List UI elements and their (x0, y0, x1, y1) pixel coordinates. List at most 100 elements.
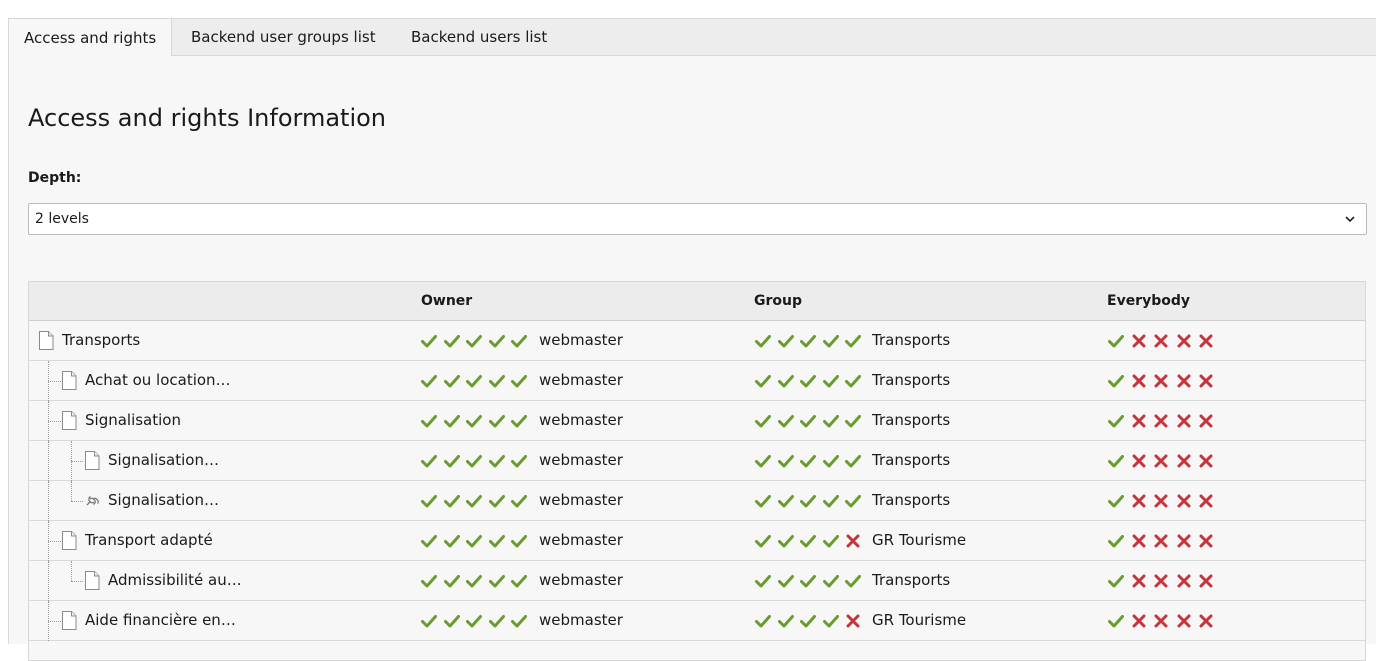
page-icon[interactable] (38, 331, 54, 350)
check-icon[interactable] (755, 493, 771, 509)
check-icon[interactable] (1108, 373, 1124, 389)
check-icon[interactable] (1108, 573, 1124, 589)
check-icon[interactable] (845, 453, 861, 469)
cross-icon[interactable] (1176, 413, 1192, 429)
check-icon[interactable] (443, 453, 460, 469)
check-icon[interactable] (755, 373, 771, 389)
group-name[interactable]: GR Tourisme (872, 521, 966, 560)
cross-icon[interactable] (1131, 613, 1147, 629)
cross-icon[interactable] (1198, 613, 1214, 629)
check-icon[interactable] (777, 413, 794, 429)
check-icon[interactable] (443, 493, 460, 509)
cross-icon[interactable] (1131, 453, 1147, 469)
check-icon[interactable] (822, 453, 839, 469)
check-icon[interactable] (421, 413, 437, 429)
cross-icon[interactable] (1153, 373, 1169, 389)
check-icon[interactable] (466, 373, 482, 389)
page-icon[interactable] (84, 571, 100, 590)
check-icon[interactable] (488, 453, 505, 469)
check-icon[interactable] (755, 333, 771, 349)
page-title-link[interactable]: Signalisation… (108, 481, 219, 520)
check-icon[interactable] (488, 613, 505, 629)
page-title-link[interactable]: Aide financière en… (85, 601, 236, 640)
check-icon[interactable] (488, 573, 505, 589)
check-icon[interactable] (755, 573, 771, 589)
check-icon[interactable] (443, 333, 460, 349)
check-icon[interactable] (822, 533, 839, 549)
check-icon[interactable] (511, 573, 527, 589)
check-icon[interactable] (1108, 453, 1124, 469)
check-icon[interactable] (800, 493, 816, 509)
check-icon[interactable] (1108, 613, 1124, 629)
check-icon[interactable] (421, 453, 437, 469)
cross-icon[interactable] (1153, 493, 1169, 509)
check-icon[interactable] (845, 493, 861, 509)
check-icon[interactable] (511, 613, 527, 629)
check-icon[interactable] (800, 533, 816, 549)
cross-icon[interactable] (1198, 453, 1214, 469)
cross-icon[interactable] (1176, 573, 1192, 589)
check-icon[interactable] (466, 413, 482, 429)
cross-icon[interactable] (1131, 533, 1147, 549)
page-icon[interactable] (61, 611, 77, 630)
owner-name[interactable]: webmaster (539, 481, 623, 520)
owner-name[interactable]: webmaster (539, 441, 623, 480)
check-icon[interactable] (1108, 413, 1124, 429)
cross-icon[interactable] (1153, 413, 1169, 429)
page-icon[interactable] (61, 411, 77, 430)
check-icon[interactable] (777, 333, 794, 349)
check-icon[interactable] (421, 373, 437, 389)
depth-select[interactable]: 2 levels (28, 203, 1367, 235)
check-icon[interactable] (777, 373, 794, 389)
check-icon[interactable] (845, 573, 861, 589)
cross-icon[interactable] (1176, 493, 1192, 509)
cross-icon[interactable] (1198, 373, 1214, 389)
owner-name[interactable]: webmaster (539, 561, 623, 600)
check-icon[interactable] (443, 573, 460, 589)
check-icon[interactable] (845, 333, 861, 349)
check-icon[interactable] (800, 613, 816, 629)
tab-access-and-rights[interactable]: Access and rights (8, 18, 173, 57)
group-name[interactable]: Transports (872, 321, 950, 360)
owner-name[interactable]: webmaster (539, 321, 623, 360)
cross-icon[interactable] (1198, 413, 1214, 429)
owner-name[interactable]: webmaster (539, 601, 623, 640)
owner-name[interactable]: webmaster (539, 401, 623, 440)
cross-icon[interactable] (1131, 413, 1147, 429)
page-title-link[interactable]: Transports (62, 321, 140, 360)
check-icon[interactable] (511, 493, 527, 509)
check-icon[interactable] (845, 373, 861, 389)
group-name[interactable]: Transports (872, 401, 950, 440)
check-icon[interactable] (466, 333, 482, 349)
check-icon[interactable] (800, 413, 816, 429)
check-icon[interactable] (777, 573, 794, 589)
check-icon[interactable] (755, 413, 771, 429)
check-icon[interactable] (822, 613, 839, 629)
check-icon[interactable] (421, 573, 437, 589)
check-icon[interactable] (777, 493, 794, 509)
check-icon[interactable] (488, 533, 505, 549)
check-icon[interactable] (511, 533, 527, 549)
page-title-link[interactable]: Admissibilité au… (108, 561, 242, 600)
cross-icon[interactable] (1153, 573, 1169, 589)
page-title-link[interactable]: Achat ou location… (85, 361, 231, 400)
cross-icon[interactable] (845, 613, 861, 629)
owner-name[interactable]: webmaster (539, 361, 623, 400)
check-icon[interactable] (1108, 533, 1124, 549)
check-icon[interactable] (822, 373, 839, 389)
check-icon[interactable] (755, 613, 771, 629)
cross-icon[interactable] (1198, 573, 1214, 589)
check-icon[interactable] (800, 453, 816, 469)
page-icon[interactable] (84, 451, 100, 470)
check-icon[interactable] (466, 453, 482, 469)
check-icon[interactable] (1108, 333, 1124, 349)
owner-name[interactable]: webmaster (539, 521, 623, 560)
check-icon[interactable] (755, 453, 771, 469)
check-icon[interactable] (822, 573, 839, 589)
check-icon[interactable] (488, 413, 505, 429)
cross-icon[interactable] (1176, 373, 1192, 389)
check-icon[interactable] (511, 413, 527, 429)
check-icon[interactable] (443, 413, 460, 429)
check-icon[interactable] (488, 493, 505, 509)
cross-icon[interactable] (1131, 493, 1147, 509)
